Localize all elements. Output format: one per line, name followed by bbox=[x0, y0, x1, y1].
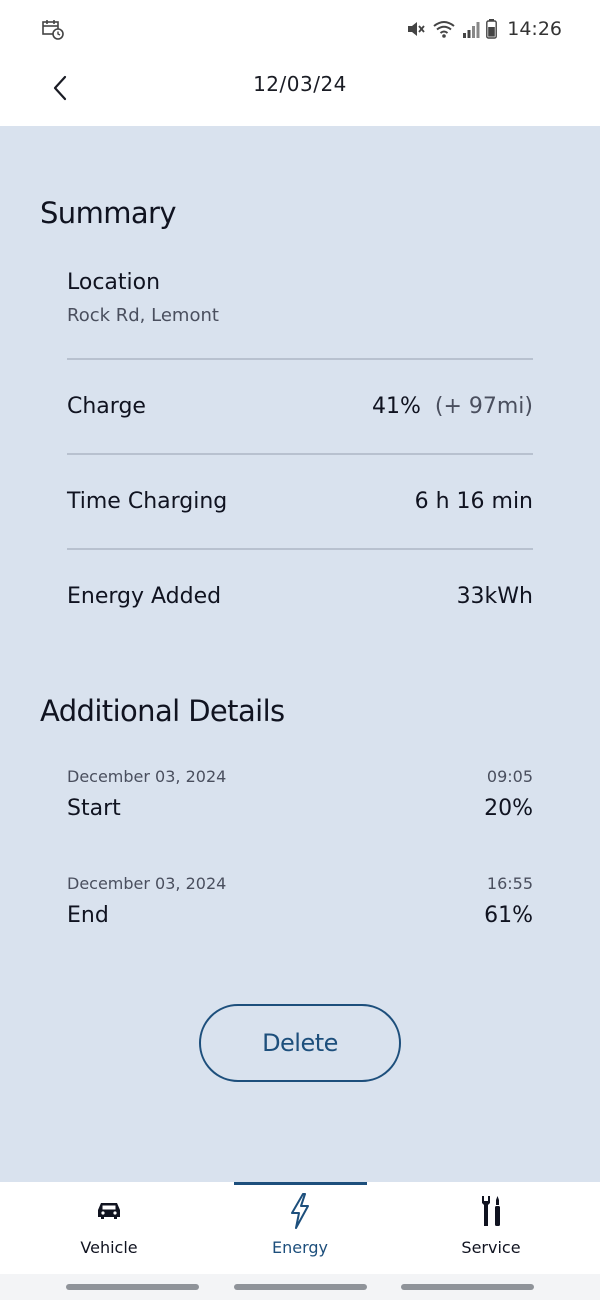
end-value: 61% bbox=[484, 903, 533, 928]
bottom-nav: Vehicle Energy Service bbox=[0, 1182, 600, 1274]
time-charging-label: Time Charging bbox=[67, 488, 228, 514]
end-label: End bbox=[67, 903, 109, 928]
status-time: 14:26 bbox=[507, 18, 562, 40]
start-value: 20% bbox=[484, 796, 533, 821]
nav-vehicle-label: Vehicle bbox=[80, 1238, 138, 1257]
start-date: December 03, 2024 bbox=[67, 767, 227, 786]
charge-range: (+ 97mi) bbox=[434, 393, 533, 419]
divider bbox=[67, 358, 533, 360]
tools-icon bbox=[478, 1194, 504, 1232]
status-bar: 14:26 bbox=[0, 0, 600, 58]
charge-percent: 41% bbox=[371, 393, 421, 419]
end-time: 16:55 bbox=[486, 874, 533, 893]
nav-energy[interactable]: Energy bbox=[200, 1182, 400, 1274]
time-charging-row: Time Charging 6 h 16 min bbox=[67, 485, 533, 517]
time-charging-value: 6 h 16 min bbox=[414, 488, 533, 514]
gesture-pill[interactable] bbox=[234, 1284, 367, 1290]
nav-service-label: Service bbox=[461, 1238, 521, 1257]
divider bbox=[67, 453, 533, 455]
start-meta: December 03, 2024 09:05 bbox=[67, 767, 533, 786]
page-title: 12/03/24 bbox=[253, 72, 347, 96]
car-icon bbox=[96, 1200, 122, 1226]
energy-added-label: Energy Added bbox=[67, 583, 222, 609]
start-detail: December 03, 2024 09:05 Start 20% bbox=[67, 767, 533, 821]
signal-icon bbox=[462, 19, 480, 39]
system-gesture-bar bbox=[0, 1274, 600, 1300]
content-area: Summary Location Rock Rd, Lemont Charge … bbox=[0, 126, 600, 1182]
status-icons: 14:26 bbox=[406, 16, 562, 42]
delete-button[interactable]: Delete bbox=[199, 1004, 401, 1082]
divider bbox=[67, 548, 533, 550]
location-block: Location Rock Rd, Lemont bbox=[67, 270, 533, 326]
charge-value: 41% (+ 97mi) bbox=[372, 394, 533, 419]
calendar-clock-icon bbox=[42, 20, 64, 40]
energy-added-value: 33kWh bbox=[456, 583, 533, 609]
location-value: Rock Rd, Lemont bbox=[67, 305, 219, 326]
app-header: 12/03/24 bbox=[0, 58, 600, 126]
nav-service[interactable]: Service bbox=[391, 1182, 591, 1274]
additional-details-title: Additional Details bbox=[40, 694, 285, 728]
gesture-pill[interactable] bbox=[401, 1284, 534, 1290]
end-meta: December 03, 2024 16:55 bbox=[67, 874, 533, 893]
nav-vehicle[interactable]: Vehicle bbox=[9, 1182, 209, 1274]
start-label: Start bbox=[67, 796, 121, 821]
mute-icon bbox=[406, 19, 426, 39]
charge-session-screen: 14:26 12/03/24 Summary Location Rock Rd,… bbox=[0, 0, 600, 1300]
lightning-icon bbox=[289, 1193, 311, 1233]
battery-icon bbox=[486, 19, 498, 39]
charge-row: Charge 41% (+ 97mi) bbox=[67, 390, 533, 422]
end-date: December 03, 2024 bbox=[67, 874, 227, 893]
gesture-pill[interactable] bbox=[66, 1284, 199, 1290]
end-detail: December 03, 2024 16:55 End 61% bbox=[67, 874, 533, 928]
summary-title: Summary bbox=[40, 196, 177, 230]
location-label: Location bbox=[67, 270, 161, 295]
start-time: 09:05 bbox=[486, 767, 533, 786]
end-main: End 61% bbox=[67, 903, 533, 928]
nav-energy-label: Energy bbox=[271, 1238, 328, 1257]
energy-added-row: Energy Added 33kWh bbox=[67, 580, 533, 612]
charge-label: Charge bbox=[67, 393, 146, 419]
wifi-icon bbox=[432, 19, 456, 39]
start-main: Start 20% bbox=[67, 796, 533, 821]
